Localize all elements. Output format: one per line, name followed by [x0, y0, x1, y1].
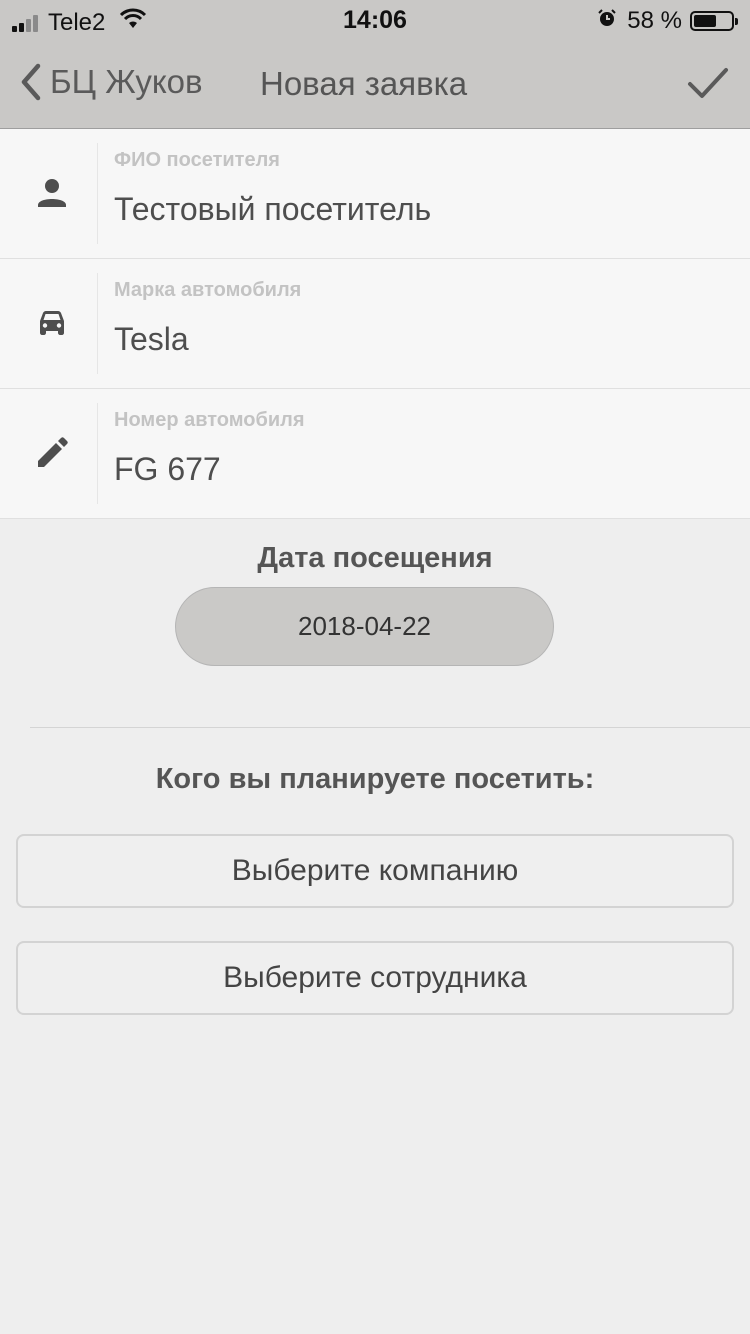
- battery-icon: [690, 11, 738, 31]
- visit-date-title: Дата посещения: [257, 542, 493, 574]
- chevron-left-icon: [21, 63, 41, 101]
- select-company-button[interactable]: Выберите компанию: [16, 834, 734, 908]
- car-number-input[interactable]: FG 677: [114, 451, 221, 488]
- done-button[interactable]: [686, 64, 730, 109]
- visit-date-picker[interactable]: 2018-04-22: [175, 587, 554, 666]
- select-employee-button[interactable]: Выберите сотрудника: [16, 941, 734, 1015]
- section-divider: [30, 727, 750, 728]
- alarm-icon: [597, 7, 617, 35]
- row-separator: [97, 403, 98, 504]
- back-button[interactable]: БЦ Жуков: [18, 62, 203, 102]
- visitor-name-input[interactable]: Тестовый посетитель: [114, 191, 431, 228]
- row-separator: [97, 143, 98, 244]
- back-label: БЦ Жуков: [50, 63, 203, 100]
- person-icon: [32, 173, 72, 213]
- status-bar: Tele2 14:06 58 %: [0, 0, 750, 40]
- row-separator: [97, 273, 98, 374]
- car-number-field[interactable]: Номер автомобиля FG 677: [0, 389, 750, 519]
- car-number-label: Номер автомобиля: [114, 409, 305, 431]
- car-brand-field[interactable]: Марка автомобиля Tesla: [0, 259, 750, 389]
- visit-date-value: 2018-04-22: [298, 611, 431, 641]
- visitor-name-field[interactable]: ФИО посетителя Тестовый посетитель: [0, 129, 750, 259]
- visitor-name-label: ФИО посетителя: [114, 149, 280, 171]
- checkmark-icon: [688, 68, 728, 98]
- select-employee-label: Выберите сотрудника: [223, 961, 527, 994]
- car-icon: [32, 303, 72, 343]
- select-company-label: Выберите компанию: [231, 854, 519, 887]
- car-brand-input[interactable]: Tesla: [114, 321, 189, 358]
- page-title: Новая заявка: [260, 65, 468, 102]
- battery-percent: 58 %: [627, 7, 682, 34]
- status-right: 58 %: [597, 7, 738, 35]
- car-brand-label: Марка автомобиля: [114, 279, 302, 301]
- visit-target-title: Кого вы планируете посетить:: [155, 763, 595, 795]
- nav-bar: БЦ Жуков Новая заявка: [0, 40, 750, 129]
- pencil-icon: [32, 433, 72, 473]
